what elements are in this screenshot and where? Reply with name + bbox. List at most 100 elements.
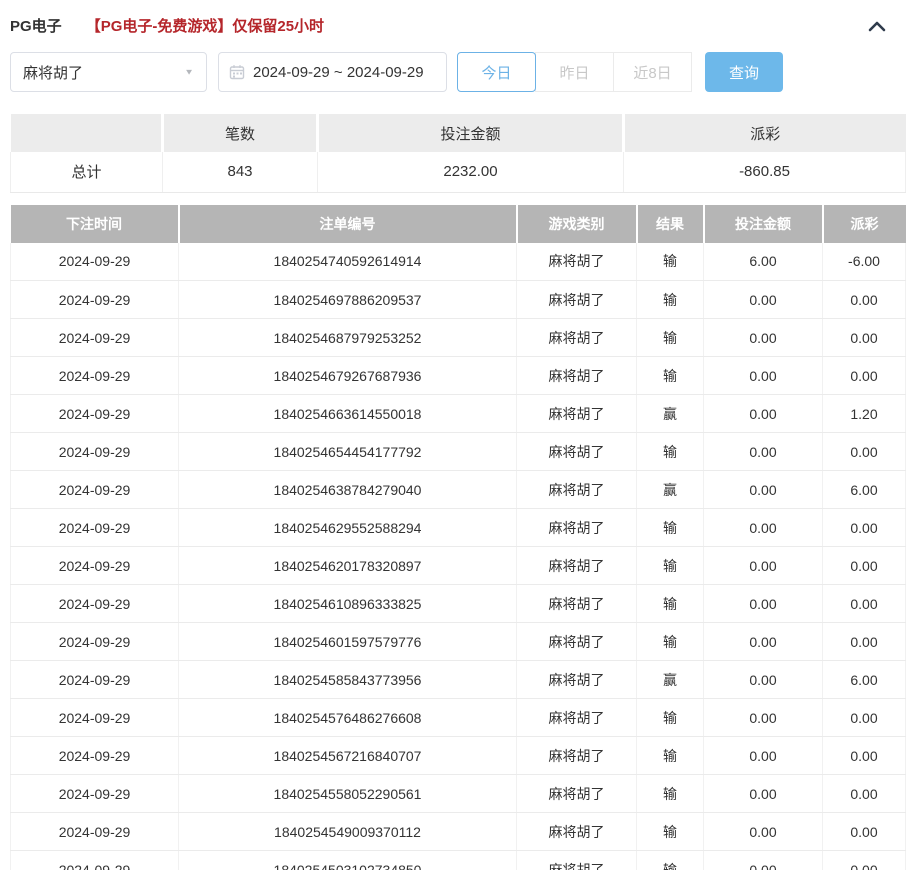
result-cell: 赢: [637, 661, 704, 699]
payout-cell: 0.00: [823, 775, 906, 813]
order-no-cell: 1840254638784279040: [179, 471, 517, 509]
chevron-up-icon: [867, 19, 887, 33]
bet-amount-cell: 0.00: [704, 737, 823, 775]
bet-amount-cell: 0.00: [704, 623, 823, 661]
order-no-cell: 1840254610896333825: [179, 585, 517, 623]
order-no-cell: 1840254679267687936: [179, 357, 517, 395]
table-row: 2024-09-291840254558052290561麻将胡了输0.000.…: [11, 775, 906, 813]
bet-time-cell: 2024-09-29: [11, 433, 179, 471]
order-no-cell: 1840254549009370112: [179, 813, 517, 851]
summary-total-row: 总计 843 2232.00 -860.85: [11, 152, 906, 192]
payout-cell: 0.00: [823, 433, 906, 471]
table-row: 2024-09-291840254629552588294麻将胡了输0.000.…: [11, 509, 906, 547]
bet-amount-cell: 0.00: [704, 699, 823, 737]
table-row: 2024-09-291840254503102734850麻将胡了输0.000.…: [11, 851, 906, 870]
order-no-cell: 1840254503102734850: [179, 851, 517, 870]
payout-cell: 0.00: [823, 509, 906, 547]
summary-header-row: 笔数 投注金额 派彩: [11, 114, 906, 152]
game-select[interactable]: 麻将胡了 ▼: [10, 52, 207, 92]
payout-cell: 6.00: [823, 661, 906, 699]
bet-amount-cell: 0.00: [704, 357, 823, 395]
col-bet-amount: 投注金额: [704, 205, 823, 243]
chevron-down-icon: ▼: [184, 68, 194, 77]
date-range-input[interactable]: 2024-09-29 ~ 2024-09-29: [218, 52, 447, 92]
game-cell: 麻将胡了: [517, 433, 637, 471]
game-cell: 麻将胡了: [517, 851, 637, 870]
game-cell: 麻将胡了: [517, 471, 637, 509]
quick-filter-group: 今日 昨日 近8日: [457, 52, 692, 92]
payout-cell: 0.00: [823, 281, 906, 319]
bet-time-cell: 2024-09-29: [11, 547, 179, 585]
table-row: 2024-09-291840254567216840707麻将胡了输0.000.…: [11, 737, 906, 775]
bet-time-cell: 2024-09-29: [11, 623, 179, 661]
table-row: 2024-09-291840254610896333825麻将胡了输0.000.…: [11, 585, 906, 623]
quick-filter-yesterday[interactable]: 昨日: [535, 52, 614, 92]
table-row: 2024-09-291840254638784279040麻将胡了赢0.006.…: [11, 471, 906, 509]
bet-records-table: 下注时间 注单编号 游戏类别 结果 投注金额 派彩 2024-09-291840…: [10, 205, 906, 870]
table-row: 2024-09-291840254576486276608麻将胡了输0.000.…: [11, 699, 906, 737]
payout-cell: 0.00: [823, 851, 906, 870]
bet-time-cell: 2024-09-29: [11, 319, 179, 357]
collapse-button[interactable]: [867, 19, 887, 33]
game-cell: 麻将胡了: [517, 699, 637, 737]
bet-table-header-row: 下注时间 注单编号 游戏类别 结果 投注金额 派彩: [11, 205, 906, 243]
result-cell: 赢: [637, 395, 704, 433]
notice-text: 【PG电子-免费游戏】仅保留25小时: [86, 15, 324, 36]
order-no-cell: 1840254654454177792: [179, 433, 517, 471]
bet-amount-cell: 0.00: [704, 547, 823, 585]
table-row: 2024-09-291840254601597579776麻将胡了输0.000.…: [11, 623, 906, 661]
order-no-cell: 1840254740592614914: [179, 243, 517, 281]
result-cell: 输: [637, 281, 704, 319]
bet-time-cell: 2024-09-29: [11, 281, 179, 319]
query-button[interactable]: 查询: [705, 52, 783, 92]
game-cell: 麻将胡了: [517, 319, 637, 357]
bet-time-cell: 2024-09-29: [11, 509, 179, 547]
bet-amount-cell: 0.00: [704, 281, 823, 319]
order-no-cell: 1840254663614550018: [179, 395, 517, 433]
summary-col-count: 笔数: [163, 114, 318, 152]
order-no-cell: 1840254620178320897: [179, 547, 517, 585]
order-no-cell: 1840254601597579776: [179, 623, 517, 661]
order-no-cell: 1840254567216840707: [179, 737, 517, 775]
bet-amount-cell: 0.00: [704, 319, 823, 357]
bet-time-cell: 2024-09-29: [11, 813, 179, 851]
result-cell: 输: [637, 243, 704, 281]
result-cell: 输: [637, 623, 704, 661]
payout-cell: 6.00: [823, 471, 906, 509]
col-order-no: 注单编号: [179, 205, 517, 243]
result-cell: 输: [637, 433, 704, 471]
game-cell: 麻将胡了: [517, 775, 637, 813]
table-row: 2024-09-291840254663614550018麻将胡了赢0.001.…: [11, 395, 906, 433]
bet-time-cell: 2024-09-29: [11, 585, 179, 623]
summary-col-bet-amount: 投注金额: [318, 114, 624, 152]
bet-time-cell: 2024-09-29: [11, 851, 179, 870]
quick-filter-last8days[interactable]: 近8日: [613, 52, 692, 92]
payout-cell: 0.00: [823, 623, 906, 661]
payout-cell: 0.00: [823, 547, 906, 585]
result-cell: 输: [637, 357, 704, 395]
table-row: 2024-09-291840254654454177792麻将胡了输0.000.…: [11, 433, 906, 471]
table-row: 2024-09-291840254679267687936麻将胡了输0.000.…: [11, 357, 906, 395]
result-cell: 输: [637, 737, 704, 775]
bet-amount-cell: 0.00: [704, 661, 823, 699]
game-cell: 麻将胡了: [517, 813, 637, 851]
date-range-value: 2024-09-29 ~ 2024-09-29: [253, 64, 424, 81]
quick-filter-today[interactable]: 今日: [457, 52, 536, 92]
game-cell: 麻将胡了: [517, 395, 637, 433]
table-row: 2024-09-291840254687979253252麻将胡了输0.000.…: [11, 319, 906, 357]
result-cell: 输: [637, 813, 704, 851]
order-no-cell: 1840254697886209537: [179, 281, 517, 319]
payout-cell: 0.00: [823, 737, 906, 775]
table-row: 2024-09-291840254549009370112麻将胡了输0.000.…: [11, 813, 906, 851]
game-cell: 麻将胡了: [517, 585, 637, 623]
bet-amount-cell: 0.00: [704, 775, 823, 813]
filter-bar: 麻将胡了 ▼ 2024-09-29 ~ 2024-09-29 今日 昨日: [10, 52, 905, 92]
payout-cell: 0.00: [823, 357, 906, 395]
table-row: 2024-09-291840254620178320897麻将胡了输0.000.…: [11, 547, 906, 585]
calendar-icon: [229, 64, 245, 80]
bet-amount-cell: 6.00: [704, 243, 823, 281]
result-cell: 输: [637, 509, 704, 547]
bet-time-cell: 2024-09-29: [11, 775, 179, 813]
payout-cell: 0.00: [823, 585, 906, 623]
provider-title: PG电子: [10, 15, 62, 36]
